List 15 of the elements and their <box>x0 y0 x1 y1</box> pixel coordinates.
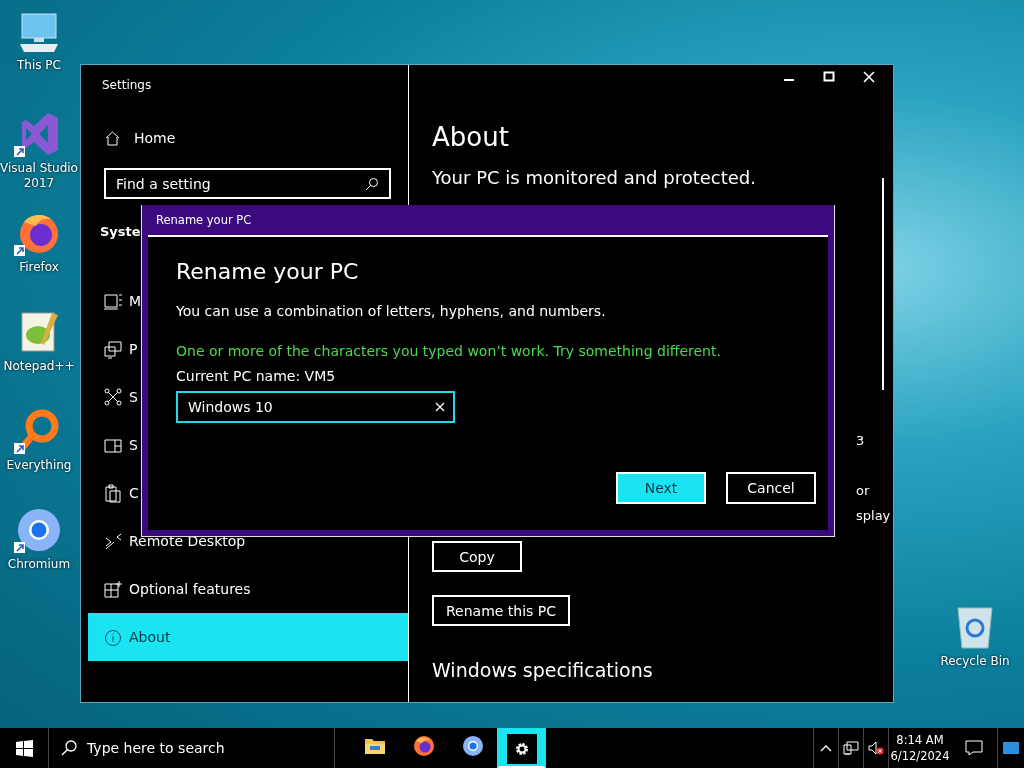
setting-text: splay <box>856 507 892 525</box>
error-message: One or more of the characters you typed won’t work. Try something different. <box>176 342 722 361</box>
protection-status: Your PC is monitored and protected. <box>432 166 757 190</box>
clock-date: 6/12/2024 <box>890 748 950 764</box>
dialog-heading: Rename your PC <box>176 258 360 286</box>
section-heading: Syste <box>100 223 141 239</box>
section-heading: Windows specifications <box>432 658 654 683</box>
dialog-title: Rename your PC <box>156 213 252 227</box>
instruction-text: You can use a combination of letters, hyphens, and numbers. <box>176 302 607 321</box>
setting-text: or <box>856 482 871 500</box>
page-heading: About <box>432 121 510 154</box>
clock-time: 8:14 AM <box>896 732 944 748</box>
current-name-text: Current PC name: VM5 <box>176 367 337 386</box>
window-title: Settings <box>102 78 152 92</box>
setting-text: 3 <box>856 432 866 450</box>
